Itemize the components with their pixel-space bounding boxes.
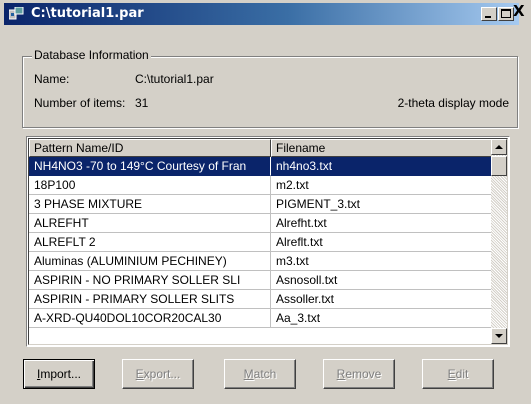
window-title: C:\tutorial1.par [31, 6, 144, 21]
edit-label: dit [455, 367, 469, 381]
maximize-icon [501, 9, 511, 18]
close-icon[interactable]: X [513, 2, 531, 20]
column-header-pattern-name[interactable]: Pattern Name/ID [29, 139, 271, 157]
database-info-group [22, 56, 518, 128]
pattern-name-cell: ASPIRIN - NO PRIMARY SOLLER SLI [29, 271, 271, 290]
pattern-list-inner: Pattern Name/ID Filename NH4NO3 -70 to 1… [28, 138, 508, 345]
table-row[interactable]: 3 PHASE MIXTURE PIGMENT_3.txt [29, 195, 493, 214]
table-row[interactable]: NH4NO3 -70 to 149°C Courtesy of Fran nh4n… [29, 157, 493, 176]
export-accel: E [135, 367, 144, 381]
minimize-button[interactable] [481, 7, 497, 21]
display-mode-label: 2-theta display mode [397, 96, 509, 110]
pattern-name-cell: ASPIRIN - PRIMARY SOLLER SLITS [29, 290, 271, 309]
export-label: xport... [143, 367, 181, 381]
pattern-list[interactable]: Pattern Name/ID Filename NH4NO3 -70 to 1… [26, 136, 510, 347]
filename-cell: Asnosoll.txt [271, 271, 493, 290]
filename-cell: Assoller.txt [271, 290, 493, 309]
arrow-up-icon [495, 145, 503, 149]
pattern-name-cell: NH4NO3 -70 to 149°C Courtesy of Fran [29, 157, 271, 176]
maximize-button[interactable] [498, 7, 514, 21]
items-value: 31 [135, 96, 149, 110]
filename-cell: Alreflt.txt [271, 233, 493, 252]
items-label: Number of items: [34, 96, 126, 110]
pattern-name-cell: 18P100 [29, 176, 271, 195]
title-bar[interactable]: C:\tutorial1.par [4, 3, 519, 25]
export-button[interactable]: Export... [122, 359, 194, 389]
table-row[interactable]: ASPIRIN - NO PRIMARY SOLLER SLI Asnosoll.… [29, 271, 493, 290]
name-label: Name: [34, 72, 70, 86]
database-info-legend: Database Information [32, 48, 151, 62]
remove-button[interactable]: Remove [323, 359, 395, 389]
filename-cell: m3.txt [271, 252, 493, 271]
pattern-name-cell: A-XRD-QU40DOL10COR20CAL30 [29, 309, 271, 328]
arrow-down-icon [495, 334, 503, 338]
pattern-name-cell: ALREFLT 2 [29, 233, 271, 252]
edit-button[interactable]: Edit [422, 359, 494, 389]
filename-cell: nh4no3.txt [271, 157, 493, 176]
pattern-name-cell: 3 PHASE MIXTURE [29, 195, 271, 214]
import-button[interactable]: Import... [23, 359, 95, 389]
scroll-down-button[interactable] [491, 328, 507, 344]
app-window: C:\tutorial1.par X Database Information … [0, 0, 531, 404]
remove-label: emove [345, 367, 382, 381]
scroll-up-button[interactable] [491, 139, 507, 155]
name-value: C:\tutorial1.par [135, 72, 214, 86]
pattern-name-cell: Aluminas (ALUMINIUM PECHINEY) [29, 252, 271, 271]
import-label: mport... [40, 367, 82, 381]
minimize-icon [485, 16, 491, 18]
filename-cell: m2.txt [271, 176, 493, 195]
filename-cell: Aa_3.txt [271, 309, 493, 328]
column-header-filename[interactable]: Filename [271, 139, 493, 157]
table-row[interactable]: ALREFLT 2 Alreflt.txt [29, 233, 493, 252]
filename-cell: PIGMENT_3.txt [271, 195, 493, 214]
scroll-thumb[interactable] [491, 156, 507, 176]
app-icon [8, 6, 24, 20]
vertical-scrollbar[interactable] [491, 139, 507, 344]
filename-cell: Alrefht.txt [271, 214, 493, 233]
pattern-name-cell: ALREFHT [29, 214, 271, 233]
table-row[interactable]: A-XRD-QU40DOL10COR20CAL30 Aa_3.txt [29, 309, 493, 328]
table-row[interactable]: ASPIRIN - PRIMARY SOLLER SLITS Assoller.t… [29, 290, 493, 309]
edit-accel: E [447, 367, 456, 381]
table-row[interactable]: Aluminas (ALUMINIUM PECHINEY) m3.txt [29, 252, 493, 271]
remove-accel: R [336, 367, 346, 381]
match-accel: M [243, 367, 254, 381]
table-row[interactable]: 18P100 m2.txt [29, 176, 493, 195]
table-row[interactable]: ALREFHT Alrefht.txt [29, 214, 493, 233]
match-label: atch [253, 367, 277, 381]
match-button[interactable]: Match [224, 359, 296, 389]
